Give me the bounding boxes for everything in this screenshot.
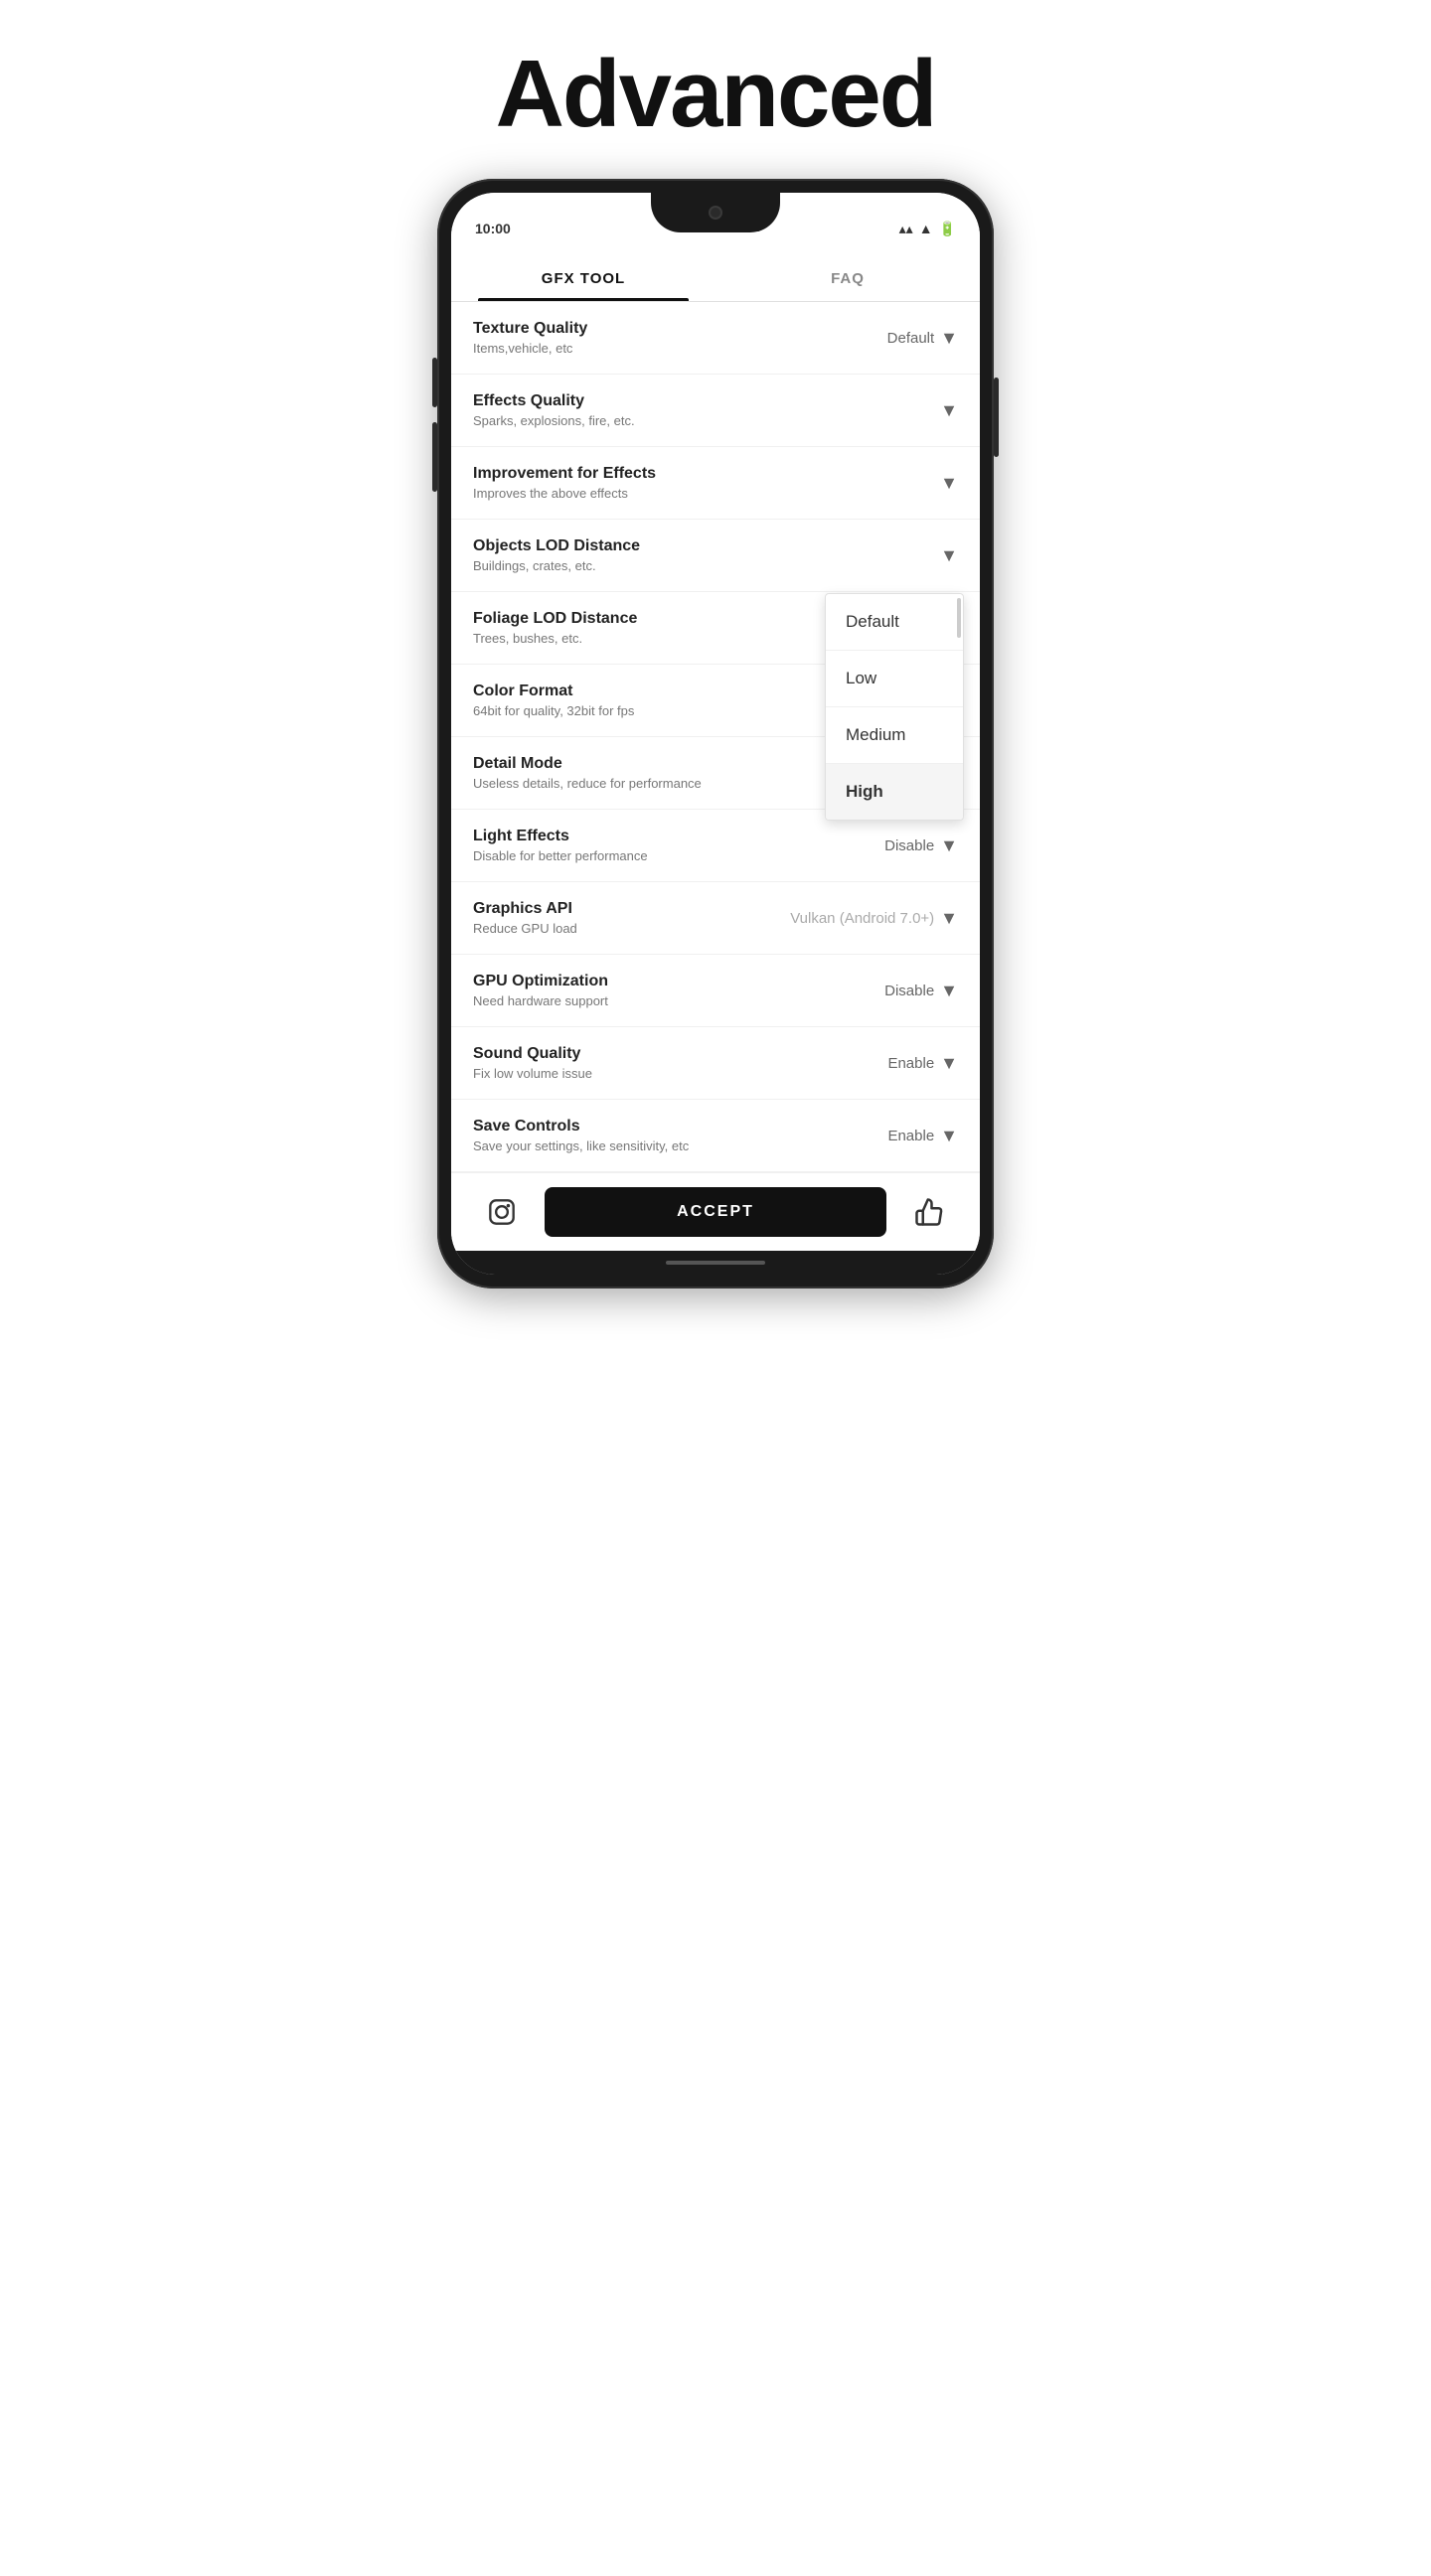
setting-sound-quality-title: Sound Quality xyxy=(473,1045,859,1063)
setting-graphics-api-desc: Reduce GPU load xyxy=(473,921,790,936)
setting-gpu-optimization-control[interactable]: Disable ▼ xyxy=(859,981,958,1001)
sound-quality-arrow: ▼ xyxy=(940,1053,958,1074)
like-button[interactable] xyxy=(906,1189,952,1235)
save-controls-arrow: ▼ xyxy=(940,1126,958,1146)
status-time: 10:00 xyxy=(475,221,511,236)
signal-icon: ▲ xyxy=(919,221,933,236)
setting-graphics-api-title: Graphics API xyxy=(473,900,790,918)
graphics-api-value: Vulkan (Android 7.0+) xyxy=(790,910,934,927)
home-bar xyxy=(666,1261,765,1265)
setting-light-effects-title: Light Effects xyxy=(473,828,859,845)
phone-screen: 10:00 ▴▴ ▲ 🔋 GFX TOOL FAQ xyxy=(451,193,980,1275)
camera-dot xyxy=(709,206,722,220)
setting-light-effects-desc: Disable for better performance xyxy=(473,848,859,863)
effects-quality-arrow: ▼ xyxy=(940,400,958,421)
setting-texture-quality: Texture Quality Items,vehicle, etc Defau… xyxy=(451,302,980,375)
gpu-optimization-value: Disable xyxy=(884,983,934,999)
dropdown-option-medium[interactable]: Medium xyxy=(826,707,963,764)
setting-light-effects-control[interactable]: Disable ▼ xyxy=(859,835,958,856)
power-button xyxy=(994,378,999,457)
page-title: Advanced xyxy=(496,0,936,179)
setting-color-format-title: Color Format xyxy=(473,682,859,700)
settings-list: Texture Quality Items,vehicle, etc Defau… xyxy=(451,302,980,1172)
setting-improvement-effects-title: Improvement for Effects xyxy=(473,465,859,483)
tab-faq[interactable]: FAQ xyxy=(716,252,980,301)
setting-objects-lod: Objects LOD Distance Buildings, crates, … xyxy=(451,520,980,592)
dropdown-option-high[interactable]: High xyxy=(826,764,963,820)
setting-texture-quality-desc: Items,vehicle, etc xyxy=(473,341,859,356)
light-effects-arrow: ▼ xyxy=(940,835,958,856)
setting-detail-mode-desc: Useless details, reduce for performance xyxy=(473,776,859,791)
setting-sound-quality-desc: Fix low volume issue xyxy=(473,1066,859,1081)
setting-detail-mode-title: Detail Mode xyxy=(473,755,859,773)
setting-graphics-api-control[interactable]: Vulkan (Android 7.0+) ▼ xyxy=(790,908,958,929)
wifi-icon: ▴▴ xyxy=(899,221,913,237)
setting-objects-lod-control[interactable]: ▼ xyxy=(859,545,958,566)
setting-color-format-desc: 64bit for quality, 32bit for fps xyxy=(473,703,859,718)
improvement-effects-arrow: ▼ xyxy=(940,473,958,494)
tabs-bar: GFX TOOL FAQ xyxy=(451,252,980,302)
setting-foliage-lod-title: Foliage LOD Distance xyxy=(473,610,859,628)
setting-improvement-effects-control[interactable]: ▼ xyxy=(859,473,958,494)
setting-gpu-optimization-title: GPU Optimization xyxy=(473,973,859,990)
objects-lod-arrow: ▼ xyxy=(940,545,958,566)
phone-outer: 10:00 ▴▴ ▲ 🔋 GFX TOOL FAQ xyxy=(437,179,994,1288)
setting-graphics-api: Graphics API Reduce GPU load Vulkan (And… xyxy=(451,882,980,955)
status-bar: 10:00 ▴▴ ▲ 🔋 xyxy=(451,193,980,252)
texture-quality-arrow: ▼ xyxy=(940,328,958,349)
phone-mockup: 10:00 ▴▴ ▲ 🔋 GFX TOOL FAQ xyxy=(427,179,1004,1288)
setting-save-controls-title: Save Controls xyxy=(473,1118,859,1136)
dropdown-scrollbar xyxy=(957,598,961,638)
setting-improvement-effects-desc: Improves the above effects xyxy=(473,486,859,501)
gpu-optimization-arrow: ▼ xyxy=(940,981,958,1001)
setting-gpu-optimization: GPU Optimization Need hardware support D… xyxy=(451,955,980,1027)
setting-texture-quality-title: Texture Quality xyxy=(473,320,859,338)
status-icons: ▴▴ ▲ 🔋 xyxy=(899,221,956,237)
texture-quality-value: Default xyxy=(887,330,935,347)
sound-quality-value: Enable xyxy=(887,1055,934,1072)
battery-icon: 🔋 xyxy=(939,221,956,237)
notch xyxy=(651,193,780,232)
setting-save-controls-desc: Save your settings, like sensitivity, et… xyxy=(473,1138,859,1153)
home-indicator xyxy=(451,1251,980,1275)
setting-effects-quality-title: Effects Quality xyxy=(473,392,859,410)
dropdown-option-default[interactable]: Default xyxy=(826,594,963,651)
instagram-icon xyxy=(488,1198,516,1226)
save-controls-value: Enable xyxy=(887,1128,934,1144)
tab-gfx-tool[interactable]: GFX TOOL xyxy=(451,252,716,301)
setting-effects-quality-control[interactable]: ▼ xyxy=(859,400,958,421)
setting-objects-lod-desc: Buildings, crates, etc. xyxy=(473,558,859,573)
setting-sound-quality: Sound Quality Fix low volume issue Enabl… xyxy=(451,1027,980,1100)
setting-sound-quality-control[interactable]: Enable ▼ xyxy=(859,1053,958,1074)
setting-effects-quality-desc: Sparks, explosions, fire, etc. xyxy=(473,413,859,428)
accept-button[interactable]: ACCEPT xyxy=(545,1187,886,1237)
setting-improvement-effects: Improvement for Effects Improves the abo… xyxy=(451,447,980,520)
setting-foliage-lod-desc: Trees, bushes, etc. xyxy=(473,631,859,646)
setting-save-controls: Save Controls Save your settings, like s… xyxy=(451,1100,980,1172)
bottom-bar: ACCEPT xyxy=(451,1172,980,1251)
setting-save-controls-control[interactable]: Enable ▼ xyxy=(859,1126,958,1146)
light-effects-value: Disable xyxy=(884,837,934,854)
thumbs-up-icon xyxy=(914,1197,944,1227)
volume-up-button xyxy=(432,358,437,407)
dropdown-overlay: Default Low Medium High xyxy=(825,593,964,821)
setting-effects-quality: Effects Quality Sparks, explosions, fire… xyxy=(451,375,980,447)
instagram-button[interactable] xyxy=(479,1189,525,1235)
dropdown-option-low[interactable]: Low xyxy=(826,651,963,707)
setting-gpu-optimization-desc: Need hardware support xyxy=(473,993,859,1008)
graphics-api-arrow: ▼ xyxy=(940,908,958,929)
setting-texture-quality-control[interactable]: Default ▼ xyxy=(859,328,958,349)
volume-down-button xyxy=(432,422,437,492)
setting-objects-lod-title: Objects LOD Distance xyxy=(473,537,859,555)
